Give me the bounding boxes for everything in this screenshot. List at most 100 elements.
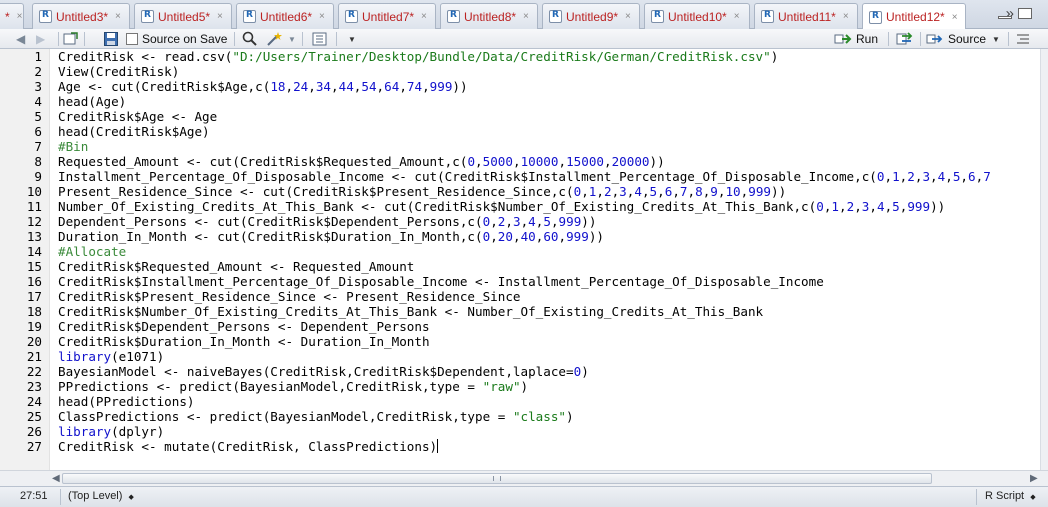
source-button[interactable]: Source [926, 31, 986, 47]
code-line[interactable]: 11 Number_Of_Existing_Credits_At_This_Ban… [0, 199, 1048, 214]
code-text[interactable]: Duration_In_Month <- cut(CreditRisk$Dura… [58, 229, 604, 244]
tab-close-icon[interactable]: × [625, 11, 631, 22]
code-line[interactable]: 27 CreditRisk <- mutate(CreditRisk, Class… [0, 439, 1048, 454]
code-line[interactable]: 8 Requested_Amount <- cut(CreditRisk$Requ… [0, 154, 1048, 169]
tab-untitled8[interactable]: Untitled8* × [440, 3, 538, 29]
compile-report-icon[interactable] [312, 31, 328, 47]
code-text[interactable]: Requested_Amount <- cut(CreditRisk$Reque… [58, 154, 665, 169]
code-line[interactable]: 18 CreditRisk$Number_Of_Existing_Credits_… [0, 304, 1048, 319]
code-text[interactable]: Age <- cut(CreditRisk$Age,c(18,24,34,44,… [58, 79, 468, 94]
save-icon[interactable] [104, 31, 118, 47]
code-line[interactable]: 22 BayesianModel <- naiveBayes(CreditRisk… [0, 364, 1048, 379]
tab-untitled5[interactable]: Untitled5* × [134, 3, 232, 29]
code-editor[interactable]: 1 CreditRisk <- read.csv("D:/Users/Traine… [0, 49, 1048, 470]
code-line[interactable]: 12 Dependent_Persons <- cut(CreditRisk$De… [0, 214, 1048, 229]
back-arrow-icon[interactable]: ◀ [16, 31, 25, 47]
code-text[interactable]: PPredictions <- predict(BayesianModel,Cr… [58, 379, 528, 394]
code-text[interactable]: CreditRisk <- mutate(CreditRisk, ClassPr… [58, 439, 439, 454]
code-text[interactable]: CreditRisk$Duration_In_Month <- Duration… [58, 334, 430, 349]
code-line[interactable]: 3 Age <- cut(CreditRisk$Age,c(18,24,34,44… [0, 79, 1048, 94]
code-line[interactable]: 15 CreditRisk$Requested_Amount <- Request… [0, 259, 1048, 274]
scroll-left-icon[interactable]: ◀ [52, 473, 60, 484]
tab-untitled12[interactable]: Untitled12* × [862, 3, 966, 30]
tab-close-icon[interactable]: × [217, 11, 223, 22]
code-line[interactable]: 7 #Bin [0, 139, 1048, 154]
maximize-icon[interactable] [1018, 8, 1032, 19]
code-text[interactable]: head(Age) [58, 94, 126, 109]
code-line[interactable]: 13 Duration_In_Month <- cut(CreditRisk$Du… [0, 229, 1048, 244]
tab-truncated[interactable]: * × [0, 3, 24, 29]
language-selector[interactable]: R Script ◆ [985, 490, 1036, 502]
search-icon[interactable] [242, 31, 258, 47]
show-in-window-icon[interactable] [63, 31, 79, 47]
code-text[interactable]: View(CreditRisk) [58, 64, 179, 79]
code-line[interactable]: 9 Installment_Percentage_Of_Disposable_In… [0, 169, 1048, 184]
tab-overflow-icon[interactable]: » [1006, 5, 1014, 22]
code-text[interactable]: head(CreditRisk$Age) [58, 124, 210, 139]
code-line[interactable]: 10 Present_Residence_Since <- cut(CreditR… [0, 184, 1048, 199]
code-text[interactable]: CreditRisk$Dependent_Persons <- Dependen… [58, 319, 430, 334]
chevron-down-icon[interactable]: ▼ [348, 31, 356, 47]
source-on-save-checkbox[interactable]: Source on Save [126, 31, 227, 47]
tab-untitled10[interactable]: Untitled10* × [644, 3, 750, 29]
tab-close-icon[interactable]: × [523, 11, 529, 22]
checkbox-box[interactable] [126, 33, 138, 45]
tab-close-icon[interactable]: × [115, 11, 121, 22]
tab-close-icon[interactable]: × [843, 11, 849, 22]
code-line[interactable]: 24 head(PPredictions) [0, 394, 1048, 409]
code-text[interactable]: #Allocate [58, 244, 126, 259]
scope-selector[interactable]: (Top Level) ◆ [68, 490, 134, 502]
tab-close-icon[interactable]: × [734, 11, 740, 22]
code-text[interactable]: CreditRisk$Installment_Percentage_Of_Dis… [58, 274, 824, 289]
chevron-down-icon[interactable]: ▼ [288, 31, 296, 47]
code-text[interactable]: CreditRisk$Requested_Amount <- Requested… [58, 259, 414, 274]
code-text[interactable]: BayesianModel <- naiveBayes(CreditRisk,C… [58, 364, 589, 379]
vertical-scrollbar[interactable] [1040, 49, 1048, 470]
tab-close-icon[interactable]: × [421, 11, 427, 22]
code-text[interactable]: CreditRisk$Present_Residence_Since <- Pr… [58, 289, 521, 304]
code-line[interactable]: 17 CreditRisk$Present_Residence_Since <- … [0, 289, 1048, 304]
code-line[interactable]: 14 #Allocate [0, 244, 1048, 259]
code-text[interactable]: head(PPredictions) [58, 394, 194, 409]
magic-wand-icon[interactable] [266, 31, 284, 47]
code-text[interactable]: Number_Of_Existing_Credits_At_This_Bank … [58, 199, 945, 214]
code-line[interactable]: 6 head(CreditRisk$Age) [0, 124, 1048, 139]
scrollbar-thumb[interactable] [62, 473, 932, 484]
code-line[interactable]: 1 CreditRisk <- read.csv("D:/Users/Traine… [0, 49, 1048, 64]
code-text[interactable]: CreditRisk$Number_Of_Existing_Credits_At… [58, 304, 763, 319]
code-line[interactable]: 23 PPredictions <- predict(BayesianModel,… [0, 379, 1048, 394]
tab-close-icon[interactable]: × [952, 12, 958, 23]
code-text[interactable]: ClassPredictions <- predict(BayesianMode… [58, 409, 574, 424]
language-dropdown-icon[interactable]: ◆ [1030, 494, 1035, 501]
code-text[interactable]: Installment_Percentage_Of_Disposable_Inc… [58, 169, 991, 184]
tab-untitled7[interactable]: Untitled7* × [338, 3, 436, 29]
horizontal-scrollbar[interactable]: ◀ ▶ [0, 470, 1048, 486]
rerun-icon[interactable] [896, 31, 914, 47]
tab-untitled6[interactable]: Untitled6* × [236, 3, 334, 29]
tab-close-icon[interactable]: × [17, 11, 23, 22]
scope-dropdown-icon[interactable]: ◆ [128, 494, 133, 501]
tab-close-icon[interactable]: × [319, 11, 325, 22]
tab-untitled9[interactable]: Untitled9* × [542, 3, 640, 29]
run-button[interactable]: Run [834, 31, 878, 47]
code-line[interactable]: 20 CreditRisk$Duration_In_Month <- Durati… [0, 334, 1048, 349]
code-line[interactable]: 4 head(Age) [0, 94, 1048, 109]
code-text[interactable]: #Bin [58, 139, 88, 154]
code-line[interactable]: 19 CreditRisk$Dependent_Persons <- Depend… [0, 319, 1048, 334]
code-text[interactable]: Dependent_Persons <- cut(CreditRisk$Depe… [58, 214, 596, 229]
code-text[interactable]: library(dplyr) [58, 424, 164, 439]
code-text[interactable]: CreditRisk$Age <- Age [58, 109, 217, 124]
code-text[interactable]: CreditRisk <- read.csv("D:/Users/Trainer… [58, 49, 778, 64]
code-text[interactable]: library(e1071) [58, 349, 164, 364]
chevron-down-icon[interactable]: ▼ [992, 31, 1000, 47]
code-line[interactable]: 16 CreditRisk$Installment_Percentage_Of_D… [0, 274, 1048, 289]
forward-arrow-icon[interactable]: ▶ [36, 31, 45, 47]
code-line[interactable]: 25 ClassPredictions <- predict(BayesianMo… [0, 409, 1048, 424]
code-text[interactable]: Present_Residence_Since <- cut(CreditRis… [58, 184, 786, 199]
code-line[interactable]: 5 CreditRisk$Age <- Age [0, 109, 1048, 124]
code-line[interactable]: 2 View(CreditRisk) [0, 64, 1048, 79]
code-line[interactable]: 26 library(dplyr) [0, 424, 1048, 439]
tab-untitled3[interactable]: Untitled3* × [32, 3, 130, 29]
document-outline-icon[interactable] [1016, 31, 1030, 47]
scroll-right-icon[interactable]: ▶ [1030, 473, 1038, 484]
